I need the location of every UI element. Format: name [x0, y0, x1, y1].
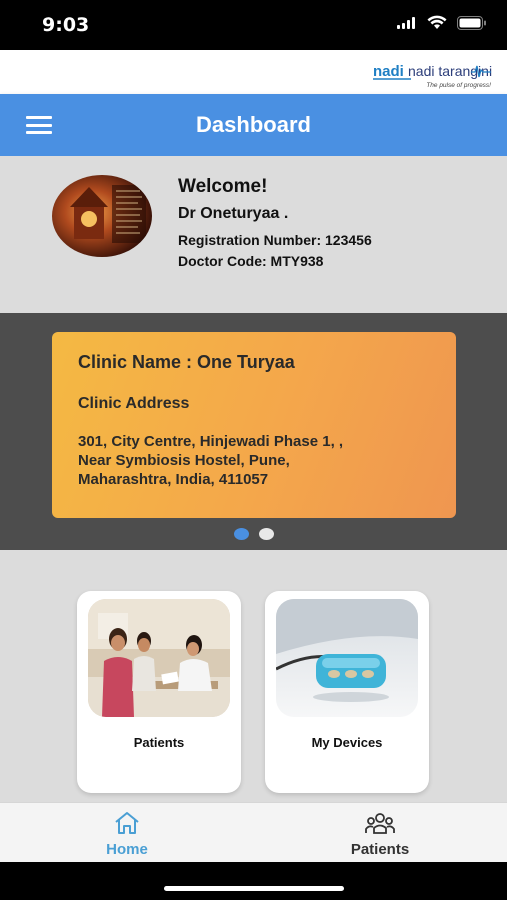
welcome-text: Welcome!	[178, 176, 268, 197]
status-bar: 9:03	[0, 0, 507, 50]
signal-icon	[397, 16, 415, 29]
bottom-nav: Home Patients	[0, 802, 507, 863]
patients-group-icon	[365, 813, 395, 834]
clinic-carousel[interactable]: Clinic Name : One Turyaa Clinic Address …	[0, 313, 507, 550]
avatar-image	[52, 175, 152, 257]
nav-home-label: Home	[106, 841, 148, 858]
status-icons	[397, 15, 487, 30]
home-indicator-area	[0, 862, 507, 900]
brand-logo: nadi nadi tarangini The pulse of progres…	[373, 63, 492, 89]
clinic-name: Clinic Name : One Turyaa	[78, 352, 295, 372]
home-icon	[115, 812, 139, 834]
nav-patients[interactable]: Patients	[320, 811, 440, 858]
my-devices-tile-label: My Devices	[311, 735, 383, 750]
clinic-address: 301, City Centre, Hinjewadi Phase 1, , N…	[78, 432, 438, 489]
status-time: 9:03	[42, 14, 90, 36]
carousel-dots	[0, 528, 507, 540]
clinic-address-line: Maharashtra, India, 411057	[78, 471, 269, 488]
brand-tagline: The pulse of progress!	[426, 82, 491, 89]
battery-icon	[457, 15, 486, 30]
patients-tile-image	[88, 599, 230, 717]
nav-patients-label: Patients	[350, 841, 410, 858]
my-devices-tile-image	[276, 599, 418, 717]
brand-bar: nadi nadi tarangini The pulse of progres…	[0, 50, 507, 94]
feature-grid: Patients My Devices	[0, 550, 507, 802]
clinic-card[interactable]: Clinic Name : One Turyaa Clinic Address …	[52, 332, 456, 518]
wifi-icon	[427, 15, 447, 29]
carousel-dot-2[interactable]	[258, 528, 274, 540]
svg-text:nadi: nadi	[373, 63, 404, 80]
profile-section: Welcome! Dr Oneturyaa . Registration Num…	[0, 156, 507, 313]
home-indicator[interactable]	[164, 886, 344, 891]
my-devices-tile[interactable]: My Devices	[265, 591, 429, 793]
clinic-address-line: 301, City Centre, Hinjewadi Phase 1, ,	[78, 433, 344, 450]
clinic-address-line: Near Symbiosis Hostel, Pune,	[78, 452, 290, 469]
patients-tile-label: Patients	[133, 735, 185, 750]
doctor-name: Dr Oneturyaa .	[178, 205, 289, 222]
nav-home[interactable]: Home	[67, 811, 187, 858]
registration-number: Registration Number: 123456	[178, 232, 372, 248]
app-bar: Dashboard	[0, 94, 507, 156]
clinic-address-label: Clinic Address	[78, 395, 190, 412]
avatar[interactable]	[52, 175, 152, 257]
patients-tile[interactable]: Patients	[77, 591, 241, 793]
page-title: Dashboard	[196, 112, 311, 137]
carousel-dot-1[interactable]	[233, 528, 249, 540]
doctor-code: Doctor Code: MTY938	[178, 253, 324, 269]
